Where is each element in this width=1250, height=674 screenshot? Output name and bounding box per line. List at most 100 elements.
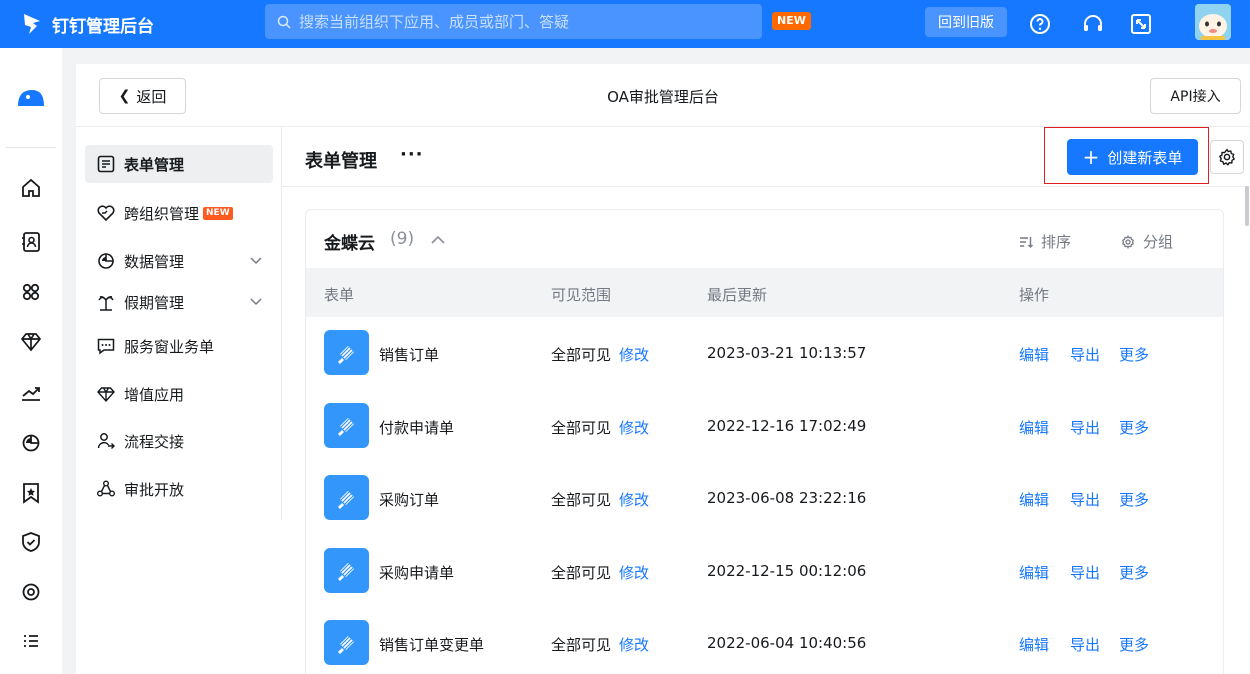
edit-link[interactable]: 编辑 <box>1019 562 1049 583</box>
more-link[interactable]: 更多 <box>1119 344 1149 365</box>
search-icon <box>277 15 291 29</box>
old-version-button[interactable]: 回到旧版 <box>925 7 1007 37</box>
form-icon <box>97 155 115 173</box>
subnav-item-holiday[interactable]: 假期管理 <box>85 283 273 321</box>
dingtalk-logo-icon <box>24 14 40 34</box>
modify-link[interactable]: 修改 <box>619 344 649 365</box>
target-icon[interactable] <box>19 580 43 604</box>
brand[interactable]: 钉钉管理后台 <box>22 12 154 37</box>
subnav-label: 数据管理 <box>124 252 185 271</box>
chevron-down-icon[interactable] <box>249 253 263 267</box>
diamond-icon[interactable] <box>19 330 43 354</box>
page-title: OA审批管理后台 <box>607 88 719 106</box>
home-icon[interactable] <box>19 176 43 200</box>
form-app-icon[interactable] <box>324 547 369 593</box>
chevron-down-icon[interactable] <box>249 294 263 308</box>
main-card: ❮ 返回 OA审批管理后台 API接入 表单管理 跨组织管理 NEW 数据管理 … <box>76 64 1250 674</box>
form-name[interactable]: 付款申请单 <box>379 417 454 438</box>
subnav-item-form-management[interactable]: 表单管理 <box>85 145 273 183</box>
export-link[interactable]: 导出 <box>1070 634 1100 655</box>
chat-icon <box>97 338 115 355</box>
new-badge: NEW <box>203 206 233 220</box>
sort-button[interactable]: 排序 <box>1019 231 1071 252</box>
chevron-up-icon[interactable] <box>430 232 446 248</box>
table-row[interactable]: 销售订单变更单 全部可见 修改 2022-06-04 10:40:56 编辑 导出 更多 <box>306 607 1223 674</box>
table-row[interactable]: 销售订单 全部可见 修改 2023-03-21 10:13:57 编辑 导出 更多 <box>306 317 1223 389</box>
form-app-icon[interactable] <box>324 620 369 665</box>
table-row[interactable]: 采购申请单 全部可见 修改 2022-12-15 00:12:06 编辑 导出 更多 <box>306 535 1223 607</box>
list-icon[interactable] <box>19 629 43 653</box>
subnav-item-cross-org[interactable]: 跨组织管理 NEW <box>85 194 273 232</box>
form-app-icon[interactable] <box>324 402 369 448</box>
search-input[interactable]: 搜索当前组织下应用、成员或部门、答疑 <box>265 4 762 39</box>
subnav-label: 跨组织管理 <box>124 204 200 223</box>
more-link[interactable]: 更多 <box>1119 489 1149 510</box>
more-link[interactable]: 更多 <box>1119 417 1149 438</box>
visibility-scope: 全部可见 <box>551 491 612 509</box>
shield-icon[interactable] <box>19 530 43 554</box>
form-name[interactable]: 销售订单变更单 <box>379 634 484 655</box>
modify-link[interactable]: 修改 <box>619 634 649 655</box>
network-icon <box>97 480 115 497</box>
search-placeholder: 搜索当前组织下应用、成员或部门、答疑 <box>299 13 570 31</box>
subnav-item-data[interactable]: 数据管理 <box>85 242 273 280</box>
apps-icon[interactable] <box>19 280 43 304</box>
sort-icon <box>1020 236 1033 248</box>
gear-icon <box>1219 148 1235 166</box>
create-form-button[interactable]: + 创建新表单 <box>1067 139 1198 175</box>
api-button[interactable]: API接入 <box>1150 78 1241 114</box>
more-link[interactable]: 更多 <box>1119 634 1149 655</box>
settings-button[interactable] <box>1210 140 1244 174</box>
subnav-item-open-approval[interactable]: 审批开放 <box>85 470 273 508</box>
trend-icon[interactable] <box>19 381 43 405</box>
contacts-icon[interactable] <box>19 230 43 254</box>
group-label: 分组 <box>1143 233 1174 251</box>
export-link[interactable]: 导出 <box>1070 489 1100 510</box>
help-icon[interactable] <box>1028 12 1052 36</box>
headset-icon[interactable] <box>1081 12 1105 36</box>
last-updated: 2022-12-15 00:12:06 <box>707 561 867 580</box>
bookmark-icon[interactable] <box>19 481 43 505</box>
subnav-item-handover[interactable]: 流程交接 <box>85 422 273 460</box>
scrollbar[interactable] <box>1245 186 1249 226</box>
subnav-item-service-window[interactable]: 服务窗业务单 <box>85 327 273 365</box>
fullscreen-icon[interactable] <box>1129 12 1153 36</box>
last-updated: 2022-12-16 17:02:49 <box>707 416 867 435</box>
form-name[interactable]: 销售订单 <box>379 344 439 365</box>
diamond-icon <box>97 387 115 403</box>
column-header-actions: 操作 <box>1019 286 1050 304</box>
last-updated: 2022-06-04 10:40:56 <box>707 634 867 652</box>
edit-link[interactable]: 编辑 <box>1019 344 1049 365</box>
content-area: 表单管理 ··· + 创建新表单 金蝶云 (9) 排序 分组 表单 可见范围 最… <box>282 127 1250 674</box>
table-row[interactable]: 采购订单 全部可见 修改 2023-06-08 23:22:16 编辑 导出 更多 <box>306 462 1223 534</box>
export-link[interactable]: 导出 <box>1070 417 1100 438</box>
modify-link[interactable]: 修改 <box>619 489 649 510</box>
section-title: 表单管理 <box>305 151 377 172</box>
subnav-item-value-added[interactable]: 增值应用 <box>85 375 273 413</box>
modify-link[interactable]: 修改 <box>619 417 649 438</box>
edit-link[interactable]: 编辑 <box>1019 417 1049 438</box>
visibility-scope: 全部可见 <box>551 636 612 654</box>
group-count: (9) <box>390 229 415 249</box>
org-logo-icon[interactable] <box>16 86 46 110</box>
table-header: 表单 可见范围 最后更新 操作 <box>306 268 1223 317</box>
form-name[interactable]: 采购申请单 <box>379 562 454 583</box>
form-name[interactable]: 采购订单 <box>379 489 439 510</box>
left-rail <box>0 48 62 674</box>
edit-link[interactable]: 编辑 <box>1019 489 1049 510</box>
pie-icon[interactable] <box>19 430 43 454</box>
new-badge: NEW <box>772 12 811 30</box>
group-button[interactable]: 分组 <box>1121 231 1173 252</box>
edit-link[interactable]: 编辑 <box>1019 634 1049 655</box>
modify-link[interactable]: 修改 <box>619 562 649 583</box>
avatar[interactable] <box>1195 4 1231 40</box>
form-app-icon[interactable] <box>324 330 369 375</box>
form-app-icon[interactable] <box>324 475 369 520</box>
title-divider <box>282 186 1250 187</box>
export-link[interactable]: 导出 <box>1070 344 1100 365</box>
export-link[interactable]: 导出 <box>1070 562 1100 583</box>
more-options-button[interactable]: ··· <box>400 144 424 165</box>
table-row[interactable]: 付款申请单 全部可见 修改 2022-12-16 17:02:49 编辑 导出 更多 <box>306 390 1223 462</box>
create-form-label: 创建新表单 <box>1107 148 1183 167</box>
more-link[interactable]: 更多 <box>1119 562 1149 583</box>
